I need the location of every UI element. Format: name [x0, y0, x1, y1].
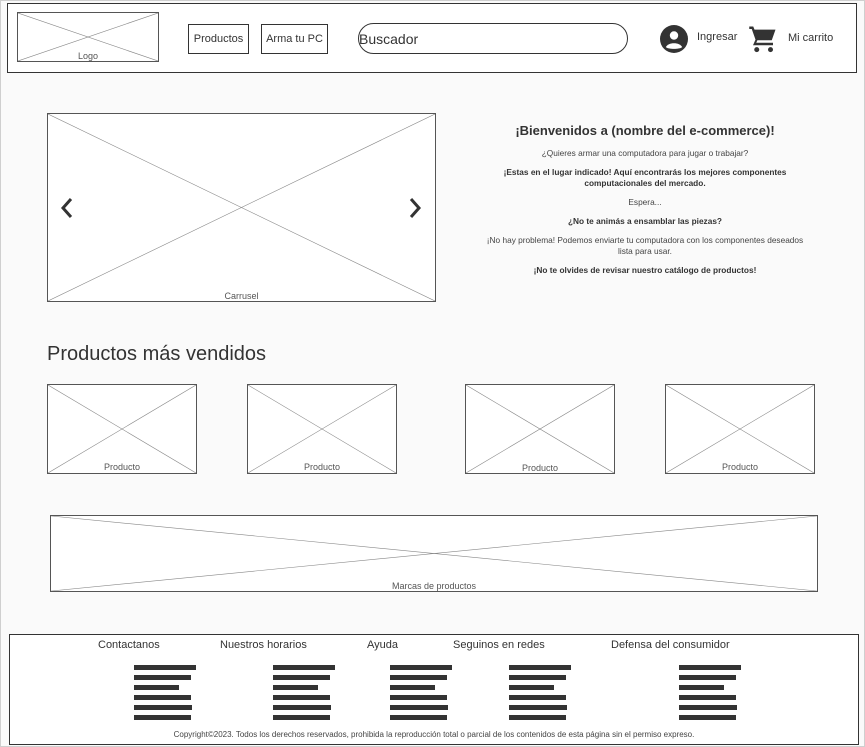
welcome-line: ¿Quieres armar una computadora para juga… — [541, 148, 749, 158]
footer-heading-ayuda[interactable]: Ayuda — [367, 639, 398, 651]
welcome-line: Espera... — [628, 197, 662, 207]
footer-links-placeholder — [134, 665, 196, 725]
header: Logo Productos Arma tu PC Buscador Ingre… — [7, 3, 857, 73]
footer-links-placeholder — [679, 665, 741, 725]
cart-link[interactable]: Mi carrito — [788, 32, 833, 44]
footer-heading-redes[interactable]: Seguinos en redes — [453, 639, 545, 651]
welcome-line: ¡No hay problema! Podemos enviarte tu co… — [486, 235, 804, 256]
login-link[interactable]: Ingresar — [697, 31, 737, 43]
user-account-icon[interactable] — [660, 25, 688, 53]
welcome-title: ¡Bienvenidos a (nombre del e-commerce)! — [515, 123, 775, 138]
brands-banner[interactable]: Marcas de productos — [50, 515, 818, 592]
footer-links-placeholder — [390, 665, 452, 725]
nav-arma-tu-pc-button[interactable]: Arma tu PC — [261, 24, 328, 54]
brands-label: Marcas de productos — [391, 581, 477, 591]
welcome-line: ¿No te animás a ensamblar las piezas? — [567, 216, 722, 226]
copyright-text: Copyright©2023. Todos los derechos reser… — [173, 730, 695, 739]
product-card[interactable]: Producto — [247, 384, 397, 474]
footer-heading-defensa[interactable]: Defensa del consumidor — [611, 639, 730, 651]
product-label: Producto — [721, 462, 759, 472]
product-label: Producto — [103, 462, 141, 472]
welcome-line: ¡No te olvides de revisar nuestro catálo… — [533, 265, 757, 275]
footer: Contactanos Nuestros horarios Ayuda Segu… — [9, 634, 859, 745]
shopping-cart-icon[interactable] — [748, 24, 778, 54]
logo-label: Logo — [77, 51, 99, 61]
footer-links-placeholder — [509, 665, 571, 725]
footer-links-placeholder — [273, 665, 335, 725]
chevron-right-icon[interactable] — [407, 197, 423, 219]
product-card[interactable]: Producto — [665, 384, 815, 474]
welcome-line: ¡Estas en el lugar indicado! Aquí encont… — [503, 167, 787, 188]
logo[interactable]: Logo — [17, 12, 159, 62]
best-sellers-title: Productos más vendidos — [47, 343, 267, 365]
product-label: Producto — [521, 463, 559, 473]
welcome-text: ¡Bienvenidos a (nombre del e-commerce)! … — [483, 123, 807, 284]
carousel-label: Carrusel — [224, 291, 259, 301]
search-input[interactable]: Buscador — [358, 23, 628, 54]
product-card[interactable]: Producto — [47, 384, 197, 474]
product-label: Producto — [303, 462, 341, 472]
nav-productos-button[interactable]: Productos — [188, 24, 249, 54]
carousel[interactable]: Carrusel — [47, 113, 436, 302]
footer-heading-contactanos[interactable]: Contactanos — [98, 639, 160, 651]
product-card[interactable]: Producto — [465, 384, 615, 474]
chevron-left-icon[interactable] — [59, 197, 75, 219]
footer-heading-horarios[interactable]: Nuestros horarios — [220, 639, 307, 651]
